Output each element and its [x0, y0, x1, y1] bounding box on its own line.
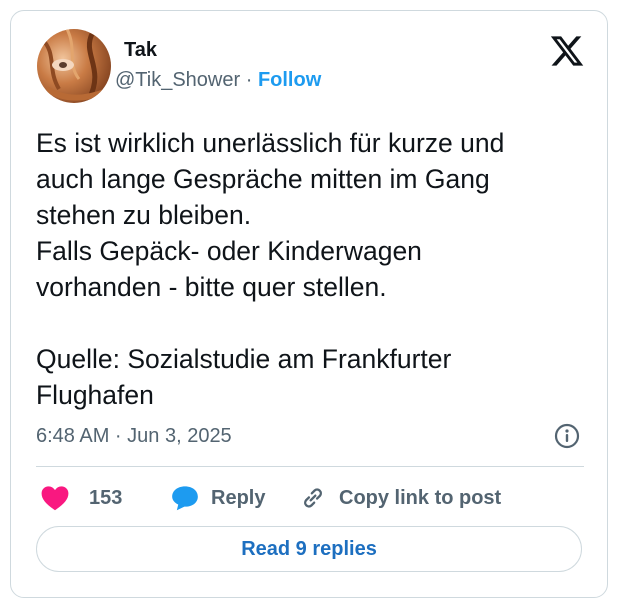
- author-handle[interactable]: @Tik_Shower: [115, 69, 240, 91]
- follow-button[interactable]: Follow: [258, 69, 321, 91]
- tweet-card: Tak @Tik_Shower · Follow Es ist wirklich…: [10, 10, 608, 598]
- like-button[interactable]: 153: [41, 481, 122, 515]
- copy-link-label: Copy link to post: [339, 486, 502, 509]
- author-name[interactable]: Tak: [124, 39, 157, 62]
- avatar[interactable]: [37, 29, 111, 103]
- handle-separator: ·: [240, 69, 258, 91]
- read-replies-label: Read 9 replies: [241, 537, 377, 560]
- author-handle-row: @Tik_Shower · Follow: [115, 69, 321, 92]
- action-bar: 153 Reply Copy link to post: [41, 481, 591, 515]
- tweet-timestamp[interactable]: 6:48 AM · Jun 3, 2025: [36, 425, 232, 448]
- heart-icon: [41, 486, 69, 511]
- reply-button[interactable]: Reply: [171, 481, 265, 515]
- read-replies-button[interactable]: Read 9 replies: [36, 526, 582, 572]
- link-icon: [304, 488, 322, 508]
- avatar-image: [37, 29, 111, 103]
- divider: [36, 466, 584, 467]
- copy-link-button[interactable]: Copy link to post: [299, 481, 501, 515]
- info-icon[interactable]: [554, 423, 580, 449]
- tweet-text: Es ist wirklich unerlässlich für kurze u…: [36, 128, 505, 410]
- x-logo-icon[interactable]: [549, 33, 585, 69]
- speech-bubble-icon: [172, 486, 198, 511]
- like-count: 153: [89, 486, 123, 509]
- reply-label: Reply: [211, 486, 266, 509]
